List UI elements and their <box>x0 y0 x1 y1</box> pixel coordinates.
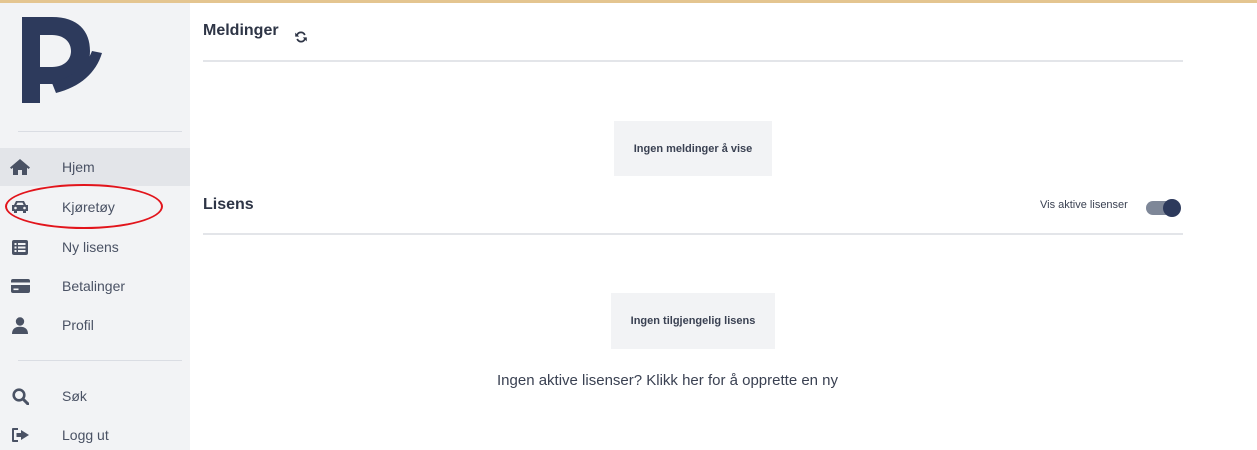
messages-empty-state: Ingen meldinger å vise <box>614 121 772 176</box>
sidebar: Hjem Kjøretøy Ny lisens Betalinger Profi… <box>0 3 190 450</box>
sidebar-item-hjem[interactable]: Hjem <box>0 148 190 186</box>
brand-logo <box>22 17 102 103</box>
sidebar-divider <box>18 360 182 361</box>
sidebar-item-label: Søk <box>62 388 87 404</box>
active-licenses-toggle[interactable] <box>1146 199 1181 217</box>
sidebar-item-label: Hjem <box>62 159 95 175</box>
sidebar-item-betalinger[interactable]: Betalinger <box>0 267 190 305</box>
sidebar-item-label: Logg ut <box>62 427 109 443</box>
sidebar-item-ny-lisens[interactable]: Ny lisens <box>0 228 190 266</box>
main-content: Meldinger Ingen meldinger å vise Lisens … <box>190 3 1257 450</box>
sidebar-item-label: Kjøretøy <box>62 199 115 215</box>
search-icon <box>10 386 30 406</box>
active-licenses-toggle-label: Vis aktive lisenser <box>1040 199 1128 211</box>
license-divider <box>203 233 1183 235</box>
user-icon <box>10 315 30 335</box>
logout-icon <box>10 425 30 445</box>
credit-card-icon <box>10 276 30 296</box>
sidebar-item-label: Betalinger <box>62 278 126 294</box>
create-license-link[interactable]: Ingen aktive lisenser? Klikk her for å o… <box>497 372 838 389</box>
messages-title: Meldinger <box>203 22 279 39</box>
sidebar-item-label: Ny lisens <box>62 239 119 255</box>
sidebar-item-kjoretoy[interactable]: Kjøretøy <box>0 188 190 226</box>
sidebar-item-logg-ut[interactable]: Logg ut <box>0 416 190 450</box>
sidebar-item-profil[interactable]: Profil <box>0 306 190 344</box>
car-icon <box>10 197 30 217</box>
sidebar-divider <box>18 131 182 132</box>
toggle-knob <box>1163 199 1181 217</box>
sidebar-item-sok[interactable]: Søk <box>0 377 190 415</box>
list-icon <box>10 237 30 257</box>
sidebar-item-label: Profil <box>62 317 94 333</box>
refresh-icon[interactable] <box>294 30 308 44</box>
license-empty-state: Ingen tilgjengelig lisens <box>611 293 775 349</box>
license-title: Lisens <box>203 196 254 213</box>
home-icon <box>10 157 30 177</box>
messages-divider <box>203 60 1183 62</box>
